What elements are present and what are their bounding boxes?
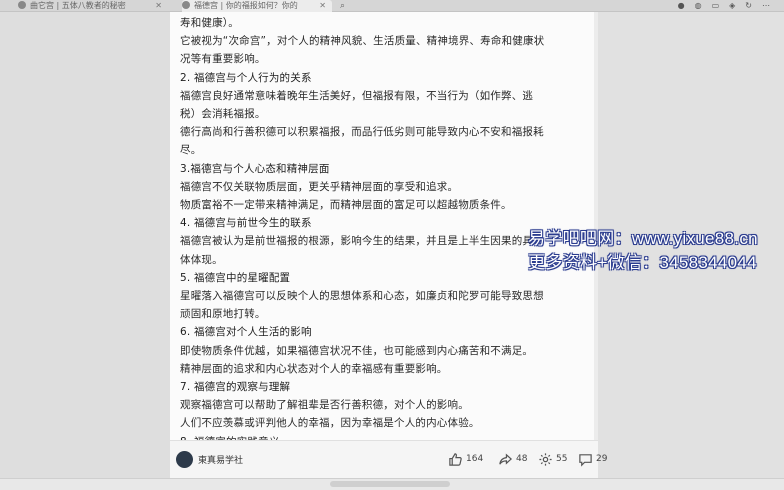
tab-2-label: 福德宫 | 你的福报如何？你的 (194, 1, 298, 10)
paragraph-line: 即使物质条件优越，如果福德宫状况不佳，也可能感到内心痛苦和不满足。 (180, 344, 534, 357)
comment-icon (579, 453, 592, 467)
watermark-line-2: 更多资料+微信：3458344044 (528, 253, 757, 272)
paragraph-line: 精神层面的追求和内心状态对个人的幸福感有重要影响。 (180, 362, 448, 375)
section-heading: 7. 福德宫的观察与理解 (180, 381, 291, 394)
gear-icon (539, 452, 552, 466)
paragraph-line: 福德宫良好通常意味着晚年生活美好，但福报有限，不当行为（如作弊、逃 (180, 89, 534, 102)
tab-favicon-icon (182, 1, 190, 9)
paragraph-line: 顽固和原地打转。 (180, 308, 266, 321)
paragraph-line: 人们不应羡慕或评判他人的幸福，因为幸福是个人的内心体验。 (180, 417, 480, 430)
share-button[interactable]: 48 (498, 450, 527, 468)
comment-button[interactable]: 29 (578, 450, 607, 468)
bottom-handle (330, 481, 450, 487)
watermark-line-1: 易学吧吧网：www.yixue88.cn (528, 229, 758, 248)
author-name[interactable]: 東真易学社 (198, 453, 243, 466)
paragraph-line: 况等有重要影响。 (180, 53, 266, 66)
tab-favicon-icon (18, 1, 26, 9)
avatar[interactable] (176, 451, 193, 468)
paragraph-line: 它被视为“次命宫”，对个人的精神风貌、生活质量、精神境界、寿命和健康状 (180, 35, 545, 48)
post-footer: 東真易学社 164 48 55 29 (170, 440, 607, 478)
share-count: 48 (516, 454, 528, 464)
browser-toolbar-icons: ● ◍ ▭ ◈ ↻ ⋯ (678, 0, 770, 12)
paragraph-line: 观察福德宫可以帮助了解祖辈是否行善积德，对个人的影响。 (180, 399, 469, 412)
browser-tab-bar: 曲它宫 | 五体八教者的秘密 ✕ 福德宫 | 你的福报如何？你的 ✕ ⌕ ● ◍… (0, 0, 784, 12)
left-background (0, 12, 170, 490)
globe-icon[interactable]: ◍ (695, 0, 702, 12)
section-heading: 6. 福德宫对个人生活的影响 (180, 326, 312, 339)
sync-icon[interactable]: ↻ (745, 0, 752, 12)
like-count: 164 (466, 454, 484, 464)
shield-icon[interactable]: ◈ (729, 0, 735, 12)
split-view-icon[interactable]: ▭ (712, 0, 720, 12)
thumbs-up-icon (449, 452, 462, 466)
like-button[interactable]: 164 (448, 450, 483, 468)
paragraph-line: 税）会消耗福报。 (180, 108, 266, 121)
bottom-bar (0, 478, 784, 490)
paragraph-line: 寿和健康）。 (180, 17, 239, 29)
paragraph-line: 尽。 (180, 144, 202, 157)
browser-tab-1[interactable]: 曲它宫 | 五体八教者的秘密 ✕ (18, 0, 168, 12)
more-icon[interactable]: ⋯ (762, 0, 770, 12)
settings-button[interactable]: 55 (538, 450, 567, 468)
close-tab-icon[interactable]: ✕ (155, 0, 162, 12)
profile-icon[interactable]: ● (678, 0, 685, 12)
paragraph-line: 物质富裕不一定带来精神满足，而精神层面的富足可以超越物质条件。 (180, 199, 512, 212)
paragraph-line: 星曜落入福德宫可以反映个人的思想体系和心态，如廉贞和陀罗可能导致思想 (180, 290, 544, 303)
section-heading: 3.福德宫与个人心态和精神层面 (180, 162, 330, 175)
paragraph-line: 德行高尚和行善积德可以积累福报，而品行低劣则可能导致内心不安和福报耗 (180, 126, 544, 139)
settings-count: 55 (556, 454, 568, 464)
comment-count: 29 (596, 454, 608, 464)
share-icon (499, 452, 513, 465)
paragraph-line: 福德宫不仅关联物质层面，更关乎精神层面的享受和追求。 (180, 180, 459, 193)
tab-1-label: 曲它宫 | 五体八教者的秘密 (30, 1, 126, 10)
search-icon[interactable]: ⌕ (340, 0, 345, 12)
section-heading: 2. 福德宫与个人行为的关系 (180, 71, 312, 84)
browser-tab-2[interactable]: 福德宫 | 你的福报如何？你的 ✕ (182, 0, 332, 12)
close-tab-icon[interactable]: ✕ (319, 0, 326, 12)
section-heading: 8. 福德宫的实践意义 (180, 433, 592, 440)
